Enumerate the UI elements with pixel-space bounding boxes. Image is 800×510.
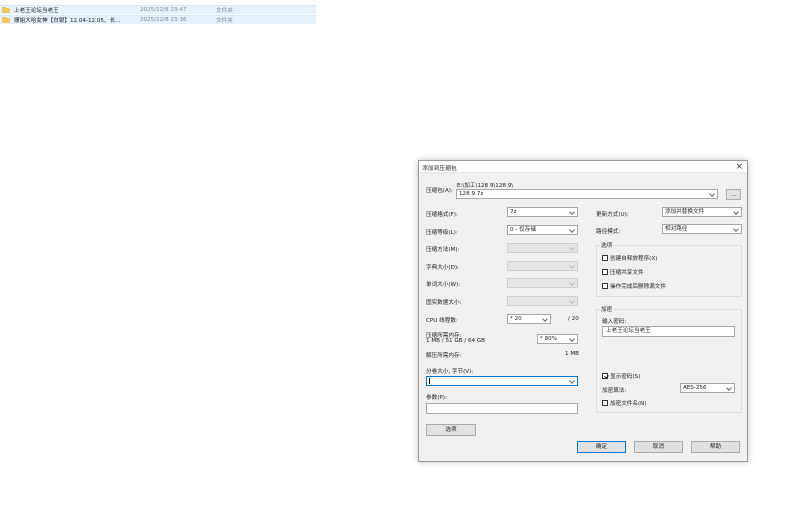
- text-cursor: [429, 377, 430, 384]
- password-label: 输入密码:: [602, 319, 627, 325]
- checkbox-box: [602, 269, 608, 275]
- params-input[interactable]: [426, 403, 578, 414]
- archive-label: 压缩包(A):: [426, 188, 453, 194]
- file-row[interactable]: 姗姐大哈女神【白银】12.04-12.05、长... 2025/12/8 23:…: [0, 15, 316, 24]
- dict-label: 字典大小(D):: [426, 265, 459, 271]
- format-label: 压缩格式(F):: [426, 212, 458, 218]
- method-label: 压缩方法(M):: [426, 247, 460, 253]
- update-select[interactable]: 添加并替换文件: [662, 207, 742, 217]
- password-input[interactable]: 上老王论坛当老王: [602, 326, 735, 337]
- archive-name-value: 128 9.7z: [459, 191, 484, 197]
- chevron-down-icon: [568, 226, 576, 234]
- mem-decompress-value: 1 MB: [565, 351, 580, 357]
- ok-button[interactable]: 确定: [577, 441, 626, 453]
- shared-checkbox[interactable]: 压缩共享文件: [602, 268, 644, 276]
- help-button[interactable]: 帮助: [691, 441, 740, 453]
- level-select[interactable]: 0 - 仅存储: [507, 225, 578, 235]
- checkbox-box: [602, 400, 608, 406]
- path-mode-value: 相对路径: [665, 226, 688, 232]
- file-type: 文件夹: [216, 8, 233, 14]
- level-label: 压缩等级(L):: [426, 230, 458, 236]
- add-to-archive-dialog: 添加到压缩包 × 压缩包(A): E:\加工\128 9\128 9\ 128 …: [418, 160, 748, 462]
- show-password-checkbox[interactable]: 显示密码(S): [602, 372, 640, 380]
- format-select[interactable]: 7z: [507, 207, 578, 217]
- word-select: [507, 278, 578, 288]
- folder-icon: [2, 7, 10, 13]
- chevron-down-icon: [568, 208, 576, 216]
- path-mode-select[interactable]: 相对路径: [662, 224, 742, 234]
- cpu-label: CPU 线程数:: [426, 318, 458, 324]
- method-select: [507, 243, 578, 253]
- delete-label: 操作完成后删除源文件: [610, 284, 666, 290]
- chevron-down-icon: [568, 297, 576, 305]
- sfx-label: 创建自释放程序(X): [610, 256, 658, 262]
- update-value: 添加并替换文件: [665, 209, 705, 215]
- solid-select: [507, 296, 578, 306]
- mem-compress-value: * 80%: [540, 336, 558, 342]
- volume-label: 分卷大小, 字节(V):: [426, 369, 474, 375]
- chevron-down-icon: [568, 262, 576, 270]
- dict-select: [507, 261, 578, 271]
- file-row[interactable]: 上老王论坛当老王 2025/12/8 23:47 文件夹: [0, 5, 316, 14]
- delete-checkbox[interactable]: 操作完成后删除源文件: [602, 282, 666, 290]
- format-value: 7z: [510, 209, 517, 215]
- cpu-max: / 20: [568, 316, 579, 322]
- encryption-method-label: 加密算法:: [602, 388, 627, 394]
- sfx-checkbox[interactable]: 创建自释放程序(X): [602, 254, 657, 262]
- file-date: 2025/12/8 23:47: [140, 7, 187, 13]
- chevron-down-icon: [708, 190, 716, 198]
- close-icon[interactable]: ×: [735, 161, 743, 173]
- chevron-down-icon: [732, 225, 740, 233]
- mem-decompress-label: 解压所需内存:: [426, 353, 462, 359]
- chevron-down-icon: [541, 315, 549, 323]
- cpu-select[interactable]: * 20: [507, 314, 551, 324]
- level-value: 0 - 仅存储: [510, 227, 536, 233]
- file-name: 上老王论坛当老王: [14, 8, 59, 14]
- file-date: 2025/12/8 23:36: [140, 17, 187, 23]
- options-button[interactable]: 选项: [426, 424, 476, 436]
- folder-icon: [2, 17, 10, 23]
- word-label: 单词大小(W):: [426, 282, 461, 288]
- options-group-title: 选项: [600, 241, 614, 249]
- solid-label: 固实数据大小:: [426, 300, 462, 306]
- archive-path: E:\加工\128 9\128 9\: [457, 183, 514, 189]
- cpu-value: * 20: [510, 316, 522, 322]
- file-name: 姗姐大哈女神【白银】12.04-12.05、长...: [14, 18, 121, 24]
- encryption-group-title: 加密: [600, 305, 614, 313]
- mem-compress-select[interactable]: * 80%: [537, 334, 578, 344]
- chevron-down-icon: [568, 244, 576, 252]
- shared-label: 压缩共享文件: [610, 270, 644, 276]
- encryption-method-select[interactable]: AES-256: [680, 383, 735, 393]
- dialog-title: 添加到压缩包: [422, 166, 457, 172]
- chevron-down-icon: [568, 335, 576, 343]
- checkbox-box: [602, 283, 608, 289]
- path-mode-label: 路径模式:: [596, 229, 621, 235]
- cancel-button[interactable]: 取消: [634, 441, 683, 453]
- encrypt-names-checkbox[interactable]: 加密文件名(N): [602, 399, 647, 407]
- show-password-label: 显示密码(S): [610, 374, 641, 380]
- title-bar[interactable]: 添加到压缩包 ×: [419, 161, 747, 173]
- encrypt-names-label: 加密文件名(N): [610, 401, 647, 407]
- archive-name-combo[interactable]: 128 9.7z: [456, 189, 718, 199]
- volume-combo[interactable]: [426, 376, 578, 386]
- params-label: 参数(P):: [426, 395, 447, 401]
- checkbox-checked-icon: [602, 373, 608, 379]
- file-type: 文件夹: [216, 18, 233, 24]
- encryption-method-value: AES-256: [683, 385, 707, 391]
- chevron-down-icon: [568, 377, 576, 385]
- browse-button[interactable]: ...: [726, 189, 741, 200]
- update-label: 更新方式(U):: [596, 212, 629, 218]
- chevron-down-icon: [568, 279, 576, 287]
- chevron-down-icon: [725, 384, 733, 392]
- mem-compress-detail: 1 MB / 51 GB / 64 GB: [426, 338, 486, 344]
- chevron-down-icon: [732, 208, 740, 216]
- checkbox-box: [602, 255, 608, 261]
